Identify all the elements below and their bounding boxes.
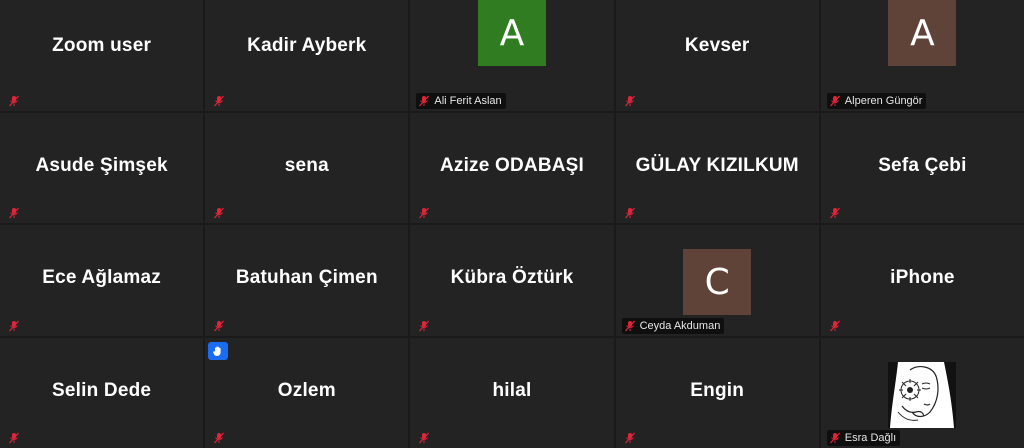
participant-tile-selin-dede[interactable]: Selin Dede [0, 337, 204, 448]
muted-mic-icon [624, 320, 635, 331]
participant-name: Asude Şimşek [35, 154, 168, 176]
muted-mic-icon [9, 95, 19, 106]
muted-mic-icon [214, 432, 225, 444]
participant-name: Sefa Çebi [878, 154, 967, 176]
hand-glyph-icon [213, 346, 221, 356]
participant-footer: Esra Dağlı [826, 430, 901, 446]
muted-mic-icon [214, 320, 225, 331]
muted-mic-icon [419, 207, 430, 219]
participant-tile-azize-odabasi[interactable]: Azize ODABAŞI [410, 112, 614, 223]
muted-mic-icon [624, 95, 635, 106]
muted-mic-icon [829, 432, 840, 444]
participant-footer [6, 318, 24, 334]
participant-tile-iphone[interactable]: iPhone [820, 225, 1024, 336]
participant-name: Ece Ağlamaz [42, 267, 161, 289]
participant-name: Kevser [684, 35, 750, 57]
participant-footer [622, 430, 640, 446]
participant-tile-kevser[interactable]: Kevser [615, 0, 819, 111]
participant-name: hilal [492, 379, 532, 401]
participant-name: Selin Dede [52, 379, 152, 401]
participant-label: Ceyda Akduman [639, 319, 721, 332]
muted-mic-icon [9, 432, 19, 444]
participant-label: Alperen Güngör [844, 94, 923, 107]
participant-name: Ozlem [277, 379, 336, 401]
participant-footer [211, 318, 229, 334]
participant-tile-alperen-gungor[interactable]: A Alperen Güngör [820, 0, 1024, 111]
participant-tile-sefa-cebi[interactable]: Sefa Çebi [820, 112, 1024, 223]
participant-tile-gulay-kizilkum[interactable]: GÜLAY KIZILKUM [615, 112, 819, 223]
participant-tile-ali-ferit-aslan[interactable]: A Ali Ferit Aslan [410, 0, 614, 111]
muted-mic-icon [9, 320, 19, 331]
participant-tile-esra-dagli[interactable]: Esra Dağlı [820, 337, 1024, 448]
avatar-initial: A [499, 12, 525, 54]
participant-name: Kadir Ayberk [247, 35, 367, 57]
participant-name: Kübra Öztürk [450, 267, 574, 289]
participant-footer: Ceyda Akduman [621, 317, 725, 334]
participant-label: Ali Ferit Aslan [434, 94, 502, 107]
participant-tile-batuhan-cimen[interactable]: Batuhan Çimen [205, 225, 409, 336]
participant-gallery: Zoom user Kadir Ayberk A Ali Ferit Aslan… [0, 0, 1024, 448]
participant-footer [827, 205, 845, 221]
muted-mic-icon [624, 432, 635, 444]
participant-footer [622, 93, 640, 109]
profile-photo [888, 361, 957, 428]
participant-footer [6, 205, 24, 221]
participant-footer [416, 318, 434, 334]
participant-tile-ceyda-akduman[interactable]: C Ceyda Akduman [615, 225, 819, 336]
avatar: C [683, 249, 752, 315]
participant-footer: Alperen Güngör [826, 92, 927, 109]
participant-footer [622, 205, 640, 221]
participant-footer [211, 93, 229, 109]
participant-name: Azize ODABAŞI [439, 154, 585, 176]
participant-name: iPhone [890, 267, 955, 289]
muted-mic-icon [9, 207, 19, 219]
muted-mic-icon [829, 95, 840, 106]
muted-mic-icon [214, 95, 225, 106]
participant-name: Batuhan Çimen [235, 267, 378, 289]
participant-footer [211, 430, 229, 446]
muted-mic-icon [419, 95, 430, 106]
participant-name: Engin [690, 379, 745, 401]
muted-mic-icon [419, 320, 430, 331]
participant-name: GÜLAY KIZILKUM [635, 154, 799, 176]
participant-label: Esra Dağlı [844, 432, 897, 444]
participant-tile-kubra-ozturk[interactable]: Kübra Öztürk [410, 225, 614, 336]
participant-tile-zoom-user[interactable]: Zoom user [0, 0, 204, 111]
participant-name: Zoom user [52, 35, 152, 57]
participant-footer [827, 318, 845, 334]
participant-tile-ozlem[interactable]: Ozlem [205, 337, 409, 448]
participant-tile-sena[interactable]: sena [205, 112, 409, 223]
avatar-initial: C [704, 261, 730, 303]
participant-tile-hilal[interactable]: hilal [410, 337, 614, 448]
muted-mic-icon [419, 432, 430, 444]
sketch-portrait-icon [888, 361, 957, 428]
avatar-initial: A [910, 12, 935, 54]
participant-tile-ece-aglamaz[interactable]: Ece Ağlamaz [0, 225, 204, 336]
muted-mic-icon [829, 207, 840, 219]
participant-tile-kadir-ayberk[interactable]: Kadir Ayberk [205, 0, 409, 111]
participant-footer [211, 205, 229, 221]
avatar: A [477, 0, 546, 66]
participant-tile-engin[interactable]: Engin [615, 337, 819, 448]
participant-footer [416, 430, 434, 446]
participant-footer [6, 93, 24, 109]
participant-footer [416, 205, 434, 221]
muted-mic-icon [214, 207, 225, 219]
participant-footer: Ali Ferit Aslan [416, 92, 506, 109]
muted-mic-icon [829, 320, 840, 331]
raise-hand-icon [208, 341, 229, 360]
participant-tile-asude-simsek[interactable]: Asude Şimşek [0, 112, 204, 223]
avatar: A [888, 0, 957, 66]
muted-mic-icon [624, 207, 635, 219]
participant-footer [6, 430, 24, 446]
participant-name: sena [284, 154, 329, 176]
